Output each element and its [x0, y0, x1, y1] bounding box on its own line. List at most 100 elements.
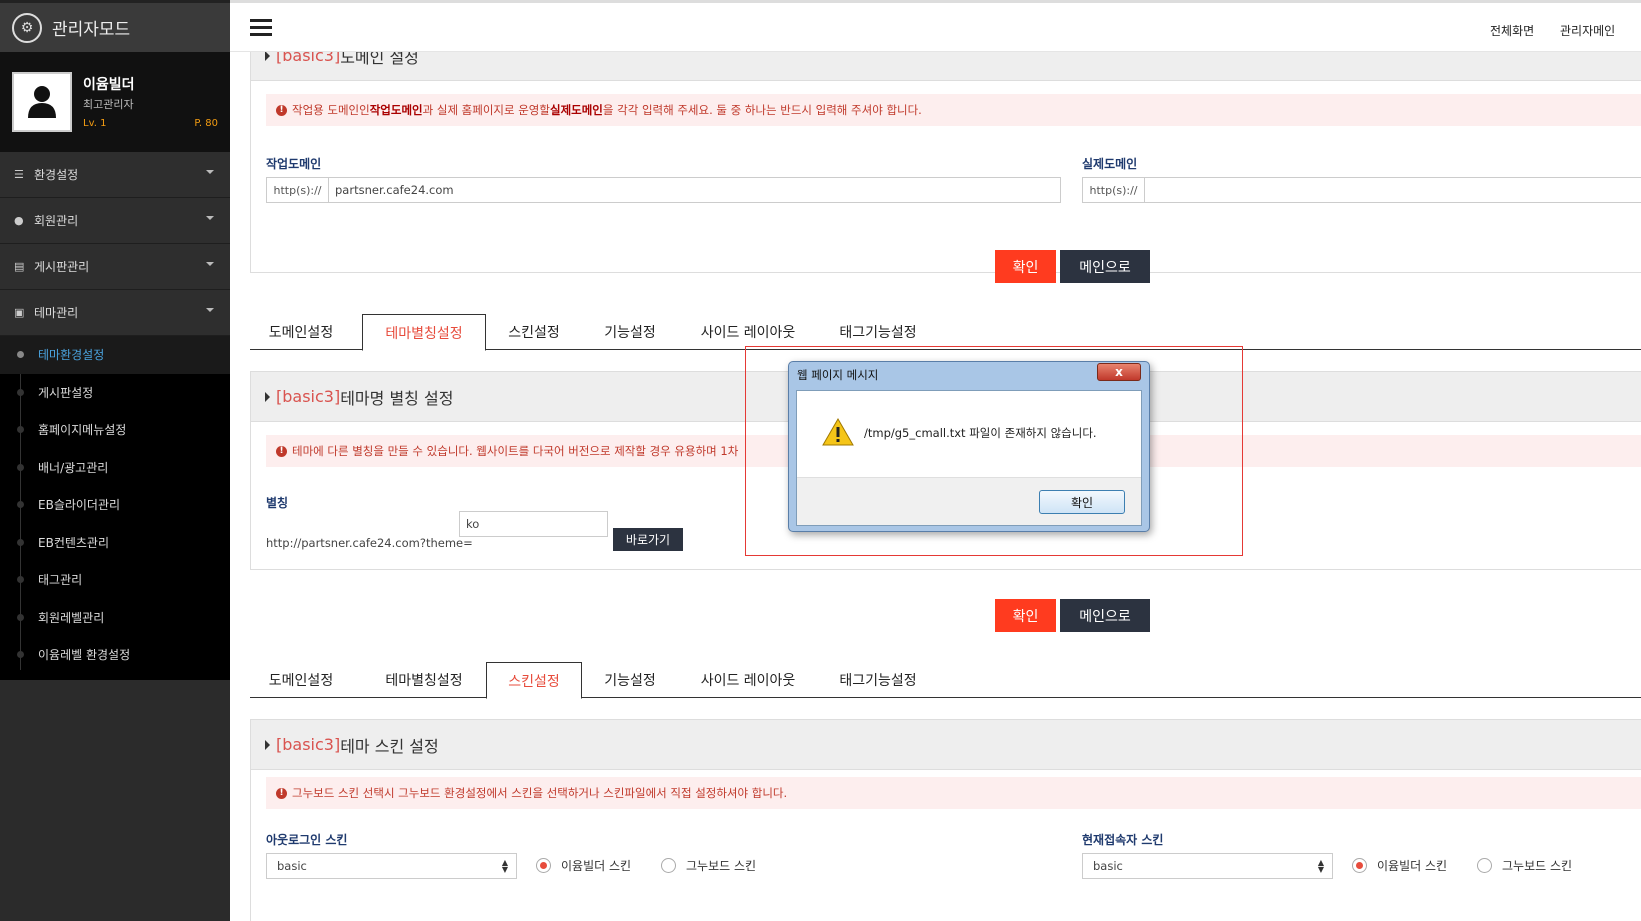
sidebar: ⚙ 관리자모드 이윰빌더 최고관리자 Lv. 1 P. 80 ☰ 환경설정 ● …: [0, 0, 230, 921]
alias-label: 별칭: [266, 496, 289, 510]
radio-unchecked-icon: [661, 858, 676, 873]
avatar[interactable]: [12, 72, 72, 132]
alias-input[interactable]: ko: [460, 512, 607, 536]
tab-tag-function[interactable]: 태그기능설정: [818, 662, 938, 698]
submenu-member-level[interactable]: 회원레벨관리: [0, 599, 230, 637]
real-domain-input[interactable]: [1145, 178, 1641, 202]
settings-tabs: 도메인설정 테마별칭설정 스킨설정 기능설정 사이드 레이아웃 태그기능설정: [250, 662, 1641, 699]
outlogin-skin-select[interactable]: basic ▲ ▼: [266, 853, 517, 879]
admin-main-link[interactable]: 관리자메인: [1560, 22, 1615, 39]
submenu-board-settings[interactable]: 게시판설정: [0, 374, 230, 412]
panel-title: 테마 스킨 설정: [340, 736, 439, 756]
sidebar-header: ⚙ 관리자모드: [0, 0, 230, 52]
sidebar-title[interactable]: 관리자모드: [52, 15, 130, 40]
tab-side-layout[interactable]: 사이드 레이아웃: [678, 662, 818, 698]
tab-skin[interactable]: 스킨설정: [486, 662, 582, 699]
user-icon: ●: [14, 214, 24, 227]
confirm-button[interactable]: 확인: [995, 250, 1056, 283]
domain-alert: ! 작업용 도메인인 작업도메인 과 실제 홈페이지로 운영할 실제도메인 을 각각…: [266, 94, 1641, 126]
submenu-theme-settings[interactable]: 테마환경설정: [0, 336, 230, 374]
info-icon: !: [276, 787, 287, 799]
tab-alias[interactable]: 테마별칭설정: [362, 314, 486, 351]
sort-arrows-icon: ▲ ▼: [501, 858, 508, 874]
dialog-button-bar: 확인: [797, 477, 1141, 525]
connect-skin-select[interactable]: basic ▲ ▼: [1082, 853, 1333, 879]
alert-bold-real: 실제도메인: [549, 103, 603, 117]
theme-tag: [basic3]: [276, 52, 341, 65]
tab-function[interactable]: 기능설정: [582, 662, 678, 698]
sort-arrows-icon: ▲ ▼: [1317, 858, 1324, 874]
submenu-eb-contents[interactable]: EB컨텐츠관리: [0, 524, 230, 562]
tab-function[interactable]: 기능설정: [582, 314, 678, 350]
caret-down-icon: [206, 262, 214, 266]
submenu-banner-ads[interactable]: 배너/광고관리: [0, 449, 230, 487]
dialog-message: /tmp/g5_cmall.txt 파일이 존재하지 않습니다.: [864, 426, 1097, 440]
go-button[interactable]: 바로가기: [613, 528, 683, 551]
sidebar-menu-label: 환경설정: [34, 168, 79, 182]
gears-icon[interactable]: ⚙: [12, 12, 42, 43]
radio-eyoom-skin[interactable]: 이윰빌더 스킨: [536, 857, 631, 874]
sidebar-menu-settings[interactable]: ☰ 환경설정: [0, 152, 230, 198]
radio-eyoom-skin[interactable]: 이윰빌더 스킨: [1352, 857, 1447, 874]
caret-down-icon: [206, 308, 214, 312]
hamburger-menu-icon[interactable]: [250, 19, 272, 37]
sidebar-menu-members[interactable]: ● 회원관리: [0, 198, 230, 244]
select-value: basic: [1093, 859, 1123, 873]
real-domain-field[interactable]: http(s)://: [1082, 177, 1641, 203]
alias-input-field[interactable]: ko: [459, 511, 608, 537]
warning-icon: [822, 417, 854, 449]
sidebar-menu-theme[interactable]: ▣ 테마관리: [0, 290, 230, 336]
outlogin-skin-label: 아웃로그인 스킨: [266, 833, 348, 847]
theme-submenu: 테마환경설정 게시판설정 홈페이지메뉴설정 배너/광고관리 EB슬라이더관리 E…: [0, 336, 230, 680]
tab-domain[interactable]: 도메인설정: [250, 662, 352, 698]
submenu-tag-manage[interactable]: 태그관리: [0, 561, 230, 599]
user-avatar-icon: [28, 86, 56, 118]
tab-domain[interactable]: 도메인설정: [250, 314, 352, 350]
level-value: 1: [100, 118, 107, 129]
to-main-button[interactable]: 메인으로: [1060, 250, 1150, 283]
fullscreen-link[interactable]: 전체화면: [1490, 22, 1534, 39]
dialog-close-button[interactable]: x: [1097, 363, 1141, 381]
radio-label: 이윰빌더 스킨: [1377, 859, 1448, 873]
panel-header: [basic3] 테마 스킨 설정: [251, 720, 1641, 770]
profile-role: 최고관리자: [83, 98, 134, 111]
sidebar-menu-label: 회원관리: [34, 214, 79, 228]
dialog-ok-button[interactable]: 확인: [1039, 490, 1125, 514]
work-domain-field[interactable]: http(s):// partsner.cafe24.com: [266, 177, 1061, 203]
point-value: 80: [205, 118, 218, 129]
to-main-button[interactable]: 메인으로: [1060, 599, 1150, 632]
skin-alert: ! 그누보드 스킨 선택시 그누보드 환경설정에서 스킨을 선택하거나 스킨파일…: [266, 777, 1641, 809]
tab-skin[interactable]: 스킨설정: [486, 314, 582, 350]
sidebar-menu-label: 테마관리: [34, 306, 79, 320]
confirm-button[interactable]: 확인: [995, 599, 1056, 632]
settings-tabs: 도메인설정 테마별칭설정 스킨설정 기능설정 사이드 레이아웃 태그기능설정: [250, 314, 1641, 351]
alert-text: 그누보드 스킨 선택시 그누보드 환경설정에서 스킨을 선택하거나 스킨파일에서…: [292, 786, 788, 800]
point-label: P.: [194, 118, 203, 129]
alert-bold-work: 작업도메인: [369, 103, 423, 117]
caret-right-icon: [265, 739, 270, 750]
connect-skin-label: 현재접속자 스킨: [1082, 833, 1164, 847]
radio-gnu-skin[interactable]: 그누보드 스킨: [661, 857, 756, 874]
panel-title: 도메인 설정: [340, 52, 419, 67]
radio-label: 이윰빌더 스킨: [561, 859, 632, 873]
work-domain-input[interactable]: partsner.cafe24.com: [329, 178, 1060, 202]
domain-panel: [basic3] 도메인 설정 ! 작업용 도메인인 작업도메인 과 실제 홈페이…: [250, 52, 1641, 273]
real-domain-label: 실제도메인: [1082, 157, 1138, 171]
alert-text-post: 을 각각 입력해 주세요. 둘 중 하나는 반드시 입력해 주셔야 합니다.: [602, 103, 922, 117]
submenu-homepage-menu[interactable]: 홈페이지메뉴설정: [0, 411, 230, 449]
profile-card: 이윰빌더 최고관리자 Lv. 1 P. 80: [0, 52, 230, 152]
submenu-eyoom-level[interactable]: 이윰레벨 환경설정: [0, 636, 230, 674]
tab-side-layout[interactable]: 사이드 레이아웃: [678, 314, 818, 350]
skin-panel: [basic3] 테마 스킨 설정 ! 그누보드 스킨 선택시 그누보드 환경설…: [250, 719, 1641, 921]
sidebar-menu-boards[interactable]: ▤ 게시판관리: [0, 244, 230, 290]
radio-label: 그누보드 스킨: [686, 859, 757, 873]
tab-tag-function[interactable]: 태그기능설정: [818, 314, 938, 350]
dialog-title: 웹 페이지 메시지: [797, 368, 879, 382]
info-icon: !: [276, 445, 287, 457]
caret-right-icon: [265, 52, 270, 61]
board-icon: ▤: [14, 260, 25, 273]
tab-alias[interactable]: 테마별칭설정: [362, 662, 486, 698]
radio-gnu-skin[interactable]: 그누보드 스킨: [1477, 857, 1572, 874]
submenu-eb-slider[interactable]: EB슬라이더관리: [0, 486, 230, 524]
sliders-icon: ☰: [14, 168, 24, 181]
